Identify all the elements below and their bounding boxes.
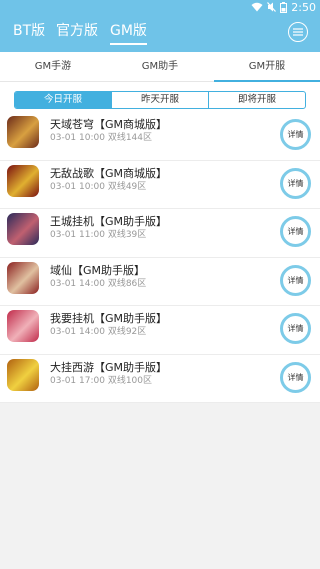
wifi-icon (251, 2, 263, 12)
tab-gm[interactable]: GM版 (110, 21, 147, 45)
open-date: 03-01 10:00 (50, 133, 105, 143)
game-icon (7, 358, 39, 391)
open-time: 03-01 10:00 双线144区 (50, 130, 152, 143)
list-item[interactable]: 无敌战歌【GM商城版】 03-01 10:00 双线49区 详情 (0, 160, 320, 209)
list-icon (293, 28, 303, 36)
game-icon (7, 310, 39, 342)
battery-icon (280, 1, 288, 13)
open-time: 03-01 14:00 双线86区 (50, 276, 146, 289)
game-icon (7, 164, 39, 197)
status-icons: 2:50 (251, 0, 316, 14)
detail-button[interactable]: 详情 (280, 119, 311, 150)
list-item[interactable]: 域仙【GM助手版】 03-01 14:00 双线86区 详情 (0, 257, 320, 306)
open-date: 03-01 14:00 (50, 278, 105, 289)
detail-button[interactable]: 详情 (280, 361, 311, 393)
segment-yesterday[interactable]: 昨天开服 (111, 92, 208, 108)
app-header: BT版 官方版 GM版 (0, 14, 320, 52)
server-list: 天域苍穹【GM商城版】 03-01 10:00 双线144区 详情 无敌战歌【GM商城… (0, 112, 320, 403)
server-name: 双线49区 (107, 181, 147, 192)
status-bar: 2:50 (0, 0, 320, 14)
tab-official[interactable]: 官方版 (56, 21, 98, 41)
server-name: 双线86区 (107, 278, 147, 289)
open-time: 03-01 17:00 双线100区 (50, 373, 152, 386)
list-item[interactable]: 天域苍穹【GM商城版】 03-01 10:00 双线144区 详情 (0, 112, 320, 161)
list-item[interactable]: 我要挂机【GM助手版】 03-01 14:00 双线92区 详情 (0, 306, 320, 355)
sub-tab-bar: GM手游 GM助手 GM开服 (0, 52, 320, 82)
open-date: 03-01 17:00 (50, 375, 105, 386)
server-name: 双线39区 (107, 230, 147, 240)
game-icon (7, 261, 39, 294)
tab-bt[interactable]: BT版 (13, 21, 45, 41)
segment-upcoming[interactable]: 即将开服 (208, 92, 305, 108)
open-time: 03-01 11:00 双线39区 (50, 227, 146, 240)
open-time: 03-01 14:00 双线92区 (50, 324, 146, 337)
detail-button[interactable]: 详情 (280, 216, 311, 247)
server-name: 双线92区 (107, 327, 147, 337)
open-date: 03-01 14:00 (50, 327, 105, 337)
open-time: 03-01 10:00 双线49区 (50, 179, 146, 192)
list-item[interactable]: 大挂西游【GM助手版】 03-01 17:00 双线100区 详情 (0, 354, 320, 403)
subtab-gm-servers[interactable]: GM开服 (214, 52, 320, 82)
detail-button[interactable]: 详情 (280, 264, 311, 296)
game-icon (7, 116, 39, 148)
subtab-gm-games[interactable]: GM手游 (0, 52, 106, 82)
open-date: 03-01 11:00 (50, 230, 105, 240)
date-segment-control: 今日开服 昨天开服 即将开服 (14, 91, 306, 109)
clock: 2:50 (291, 0, 316, 14)
segment-today[interactable]: 今日开服 (15, 92, 111, 108)
subtab-gm-assistant[interactable]: GM助手 (107, 52, 213, 82)
server-name: 双线100区 (107, 375, 153, 386)
open-date: 03-01 10:00 (50, 181, 105, 192)
empty-area (0, 403, 320, 569)
detail-button[interactable]: 详情 (280, 313, 311, 344)
menu-button[interactable] (288, 22, 308, 42)
list-item[interactable]: 王城挂机【GM助手版】 03-01 11:00 双线39区 详情 (0, 209, 320, 258)
mute-icon (267, 2, 277, 12)
detail-button[interactable]: 详情 (280, 167, 311, 199)
game-icon (7, 213, 39, 245)
server-name: 双线144区 (107, 133, 153, 143)
